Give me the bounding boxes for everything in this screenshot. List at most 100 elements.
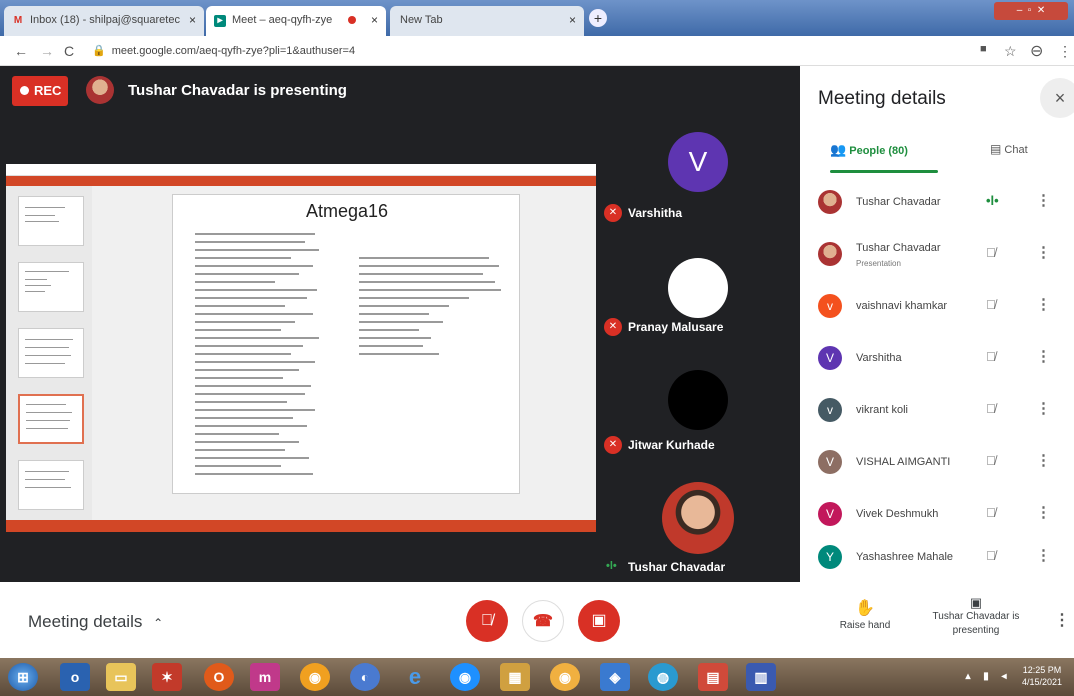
mic-off-icon: 🎙̸ <box>986 401 996 416</box>
chat-icon: ▤ <box>990 142 1002 156</box>
app-icon[interactable]: ▦ <box>500 663 530 691</box>
participant-tile-active[interactable]: •l• Tushar Chavadar <box>598 470 800 582</box>
tray-arrow-icon[interactable]: ▴ <box>960 663 976 691</box>
avatar <box>818 190 842 214</box>
app-icon[interactable]: O <box>204 663 234 691</box>
app-icon[interactable]: ◍ <box>648 663 678 691</box>
people-list-item[interactable]: V VISHAL AIMGANTI 🎙̸ ⋮ <box>800 437 1074 489</box>
mic-off-icon: 🎙̸ <box>481 612 493 629</box>
panel-title: Meeting details <box>818 88 946 109</box>
more-options-icon[interactable]: ⋮ <box>1036 503 1051 521</box>
avatar <box>818 242 842 266</box>
outlook-icon[interactable]: o <box>60 663 90 691</box>
window-controls[interactable]: – ▫ ✕ <box>994 2 1068 20</box>
speaking-indicator-icon: •l• <box>986 193 999 208</box>
participant-avatar <box>668 258 728 318</box>
participant-tile[interactable]: V ✕ Varshitha <box>598 112 800 236</box>
active-tab-indicator <box>830 170 938 173</box>
mic-muted-icon: ✕ <box>604 318 622 336</box>
presenting-button[interactable]: ▣ Tushar Chavadar is presenting <box>926 596 1026 638</box>
browser-menu-icon[interactable]: ⋮ <box>1058 43 1072 60</box>
more-options-icon[interactable]: ⋮ <box>1036 399 1051 417</box>
participant-tile[interactable]: ✕ Pranay Malusare <box>598 236 800 350</box>
participant-name: Varshitha <box>628 206 683 220</box>
app-icon[interactable]: ◈ <box>600 663 630 691</box>
slide-thumbnail <box>18 460 84 510</box>
clock-time: 12:25 PM <box>1022 665 1062 675</box>
more-options-icon[interactable]: ⋮ <box>1036 191 1051 209</box>
more-options-icon[interactable]: ⋮ <box>1036 295 1051 313</box>
internet-explorer-icon[interactable]: e <box>400 663 430 691</box>
app-icon[interactable]: ◐ <box>350 663 380 691</box>
camera-indicator-icon[interactable]: ■ <box>980 43 987 55</box>
mic-off-icon: 🎙̸ <box>986 548 996 563</box>
more-options-button[interactable]: ⋮ <box>1054 610 1070 630</box>
more-options-icon[interactable]: ⋮ <box>1036 347 1051 365</box>
camera-off-icon: ▣ <box>591 612 607 629</box>
mic-off-icon: 🎙̸ <box>986 453 996 468</box>
network-icon[interactable]: ▮ <box>978 663 994 691</box>
present-screen-icon: ▣ <box>969 595 983 610</box>
mic-muted-icon: ✕ <box>604 204 622 222</box>
person-name: Tushar Chavadar <box>856 196 941 208</box>
camera-toggle-button[interactable]: ▣ <box>578 600 620 642</box>
participant-tile[interactable]: ✕ Jitwar Kurhade <box>598 356 800 470</box>
folder-icon[interactable]: ▭ <box>106 663 136 691</box>
chrome-icon[interactable]: ◉ <box>550 663 580 691</box>
url-text: meet.google.com/aeq-qyfh-zye?pli=1&authu… <box>111 45 356 57</box>
start-button-icon[interactable]: ⊞ <box>8 663 38 691</box>
meeting-details-toggle[interactable]: Meeting details ⌃ <box>28 612 163 632</box>
close-panel-button[interactable]: × <box>1040 78 1074 118</box>
hang-up-icon: ☎ <box>533 613 553 630</box>
record-dot-icon <box>20 86 29 95</box>
leave-call-button[interactable]: ☎ <box>522 600 564 642</box>
raise-hand-button[interactable]: ✋ Raise hand <box>830 598 900 631</box>
people-icon: 👥 <box>830 142 847 157</box>
close-tab-icon[interactable]: × <box>189 13 196 27</box>
app-icon[interactable]: ▤ <box>698 663 728 691</box>
close-tab-icon[interactable]: × <box>371 13 378 27</box>
shared-screen: Atmega16 <box>6 164 596 532</box>
bookmark-star-icon[interactable]: ☆ <box>1004 43 1017 60</box>
chrome-icon[interactable]: ◉ <box>300 663 330 691</box>
more-options-icon[interactable]: ⋮ <box>1036 451 1051 469</box>
app-icon[interactable]: ▥ <box>746 663 776 691</box>
tab-inbox[interactable]: M Inbox (18) - shilpaj@squaretec × <box>4 6 204 36</box>
new-tab-button[interactable]: + <box>589 9 607 27</box>
address-bar: ← → C 🔒 meet.google.com/aeq-qyfh-zye?pli=… <box>0 36 1074 66</box>
tab-chat[interactable]: ▤ Chat <box>990 142 1028 156</box>
volume-icon[interactable]: ◂ <box>996 663 1012 691</box>
people-list-item[interactable]: v vaishnavi khamkar 🎙̸ ⋮ <box>800 281 1074 333</box>
presenting-title: Tushar Chavadar is presenting <box>128 82 347 99</box>
tab-label: New Tab <box>400 14 443 26</box>
more-options-icon[interactable]: ⋮ <box>1036 546 1051 564</box>
tab-meet[interactable]: ▸ Meet – aeq-qyfh-zye × <box>206 6 386 36</box>
app-icon[interactable]: ✶ <box>152 663 182 691</box>
app-icon[interactable]: m <box>250 663 280 691</box>
ppt-ribbon <box>6 176 596 186</box>
people-list-item[interactable]: Tushar Chavadar Presentation 🎙̸ ⋮ <box>800 229 1074 281</box>
back-arrow-icon[interactable]: ← <box>14 43 28 59</box>
avatar: v <box>818 294 842 318</box>
lock-icon: 🔒 <box>92 45 106 57</box>
windows-taskbar: ⊞ o ▭ ✶ O m ◉ ◐ e ◉ ▦ ◉ ◈ ◍ ▤ ▥ ▴ ▮ ◂ 12… <box>0 658 1074 696</box>
people-list-item[interactable]: V Varshitha 🎙̸ ⋮ <box>800 333 1074 385</box>
forward-arrow-icon[interactable]: → <box>40 43 54 59</box>
people-list-item[interactable]: Y Yashashree Mahale 🎙̸ ⋮ <box>800 532 1074 584</box>
tab-newtab[interactable]: New Tab × <box>390 6 584 36</box>
participant-avatar <box>668 370 728 430</box>
mic-toggle-button[interactable]: 🎙̸ <box>466 600 508 642</box>
ppt-status-bar <box>6 520 596 532</box>
system-clock[interactable]: 12:25 PM 4/15/2021 <box>1022 664 1062 688</box>
slide-thumbnail <box>18 262 84 312</box>
more-options-icon[interactable]: ⋮ <box>1036 243 1051 261</box>
people-list-item[interactable]: Tushar Chavadar •l• ⋮ <box>800 177 1074 229</box>
person-name: Vivek Deshmukh <box>856 508 939 520</box>
url-field[interactable]: 🔒 meet.google.com/aeq-qyfh-zye?pli=1&auth… <box>92 44 355 57</box>
reload-icon[interactable]: C <box>64 43 74 59</box>
profile-icon[interactable]: ⊖ <box>1030 41 1043 61</box>
close-tab-icon[interactable]: × <box>569 13 576 27</box>
tab-people[interactable]: 👥 People (80) <box>830 142 908 158</box>
people-list-item[interactable]: v vikrant koli 🎙̸ ⋮ <box>800 385 1074 437</box>
app-icon[interactable]: ◉ <box>450 663 480 691</box>
